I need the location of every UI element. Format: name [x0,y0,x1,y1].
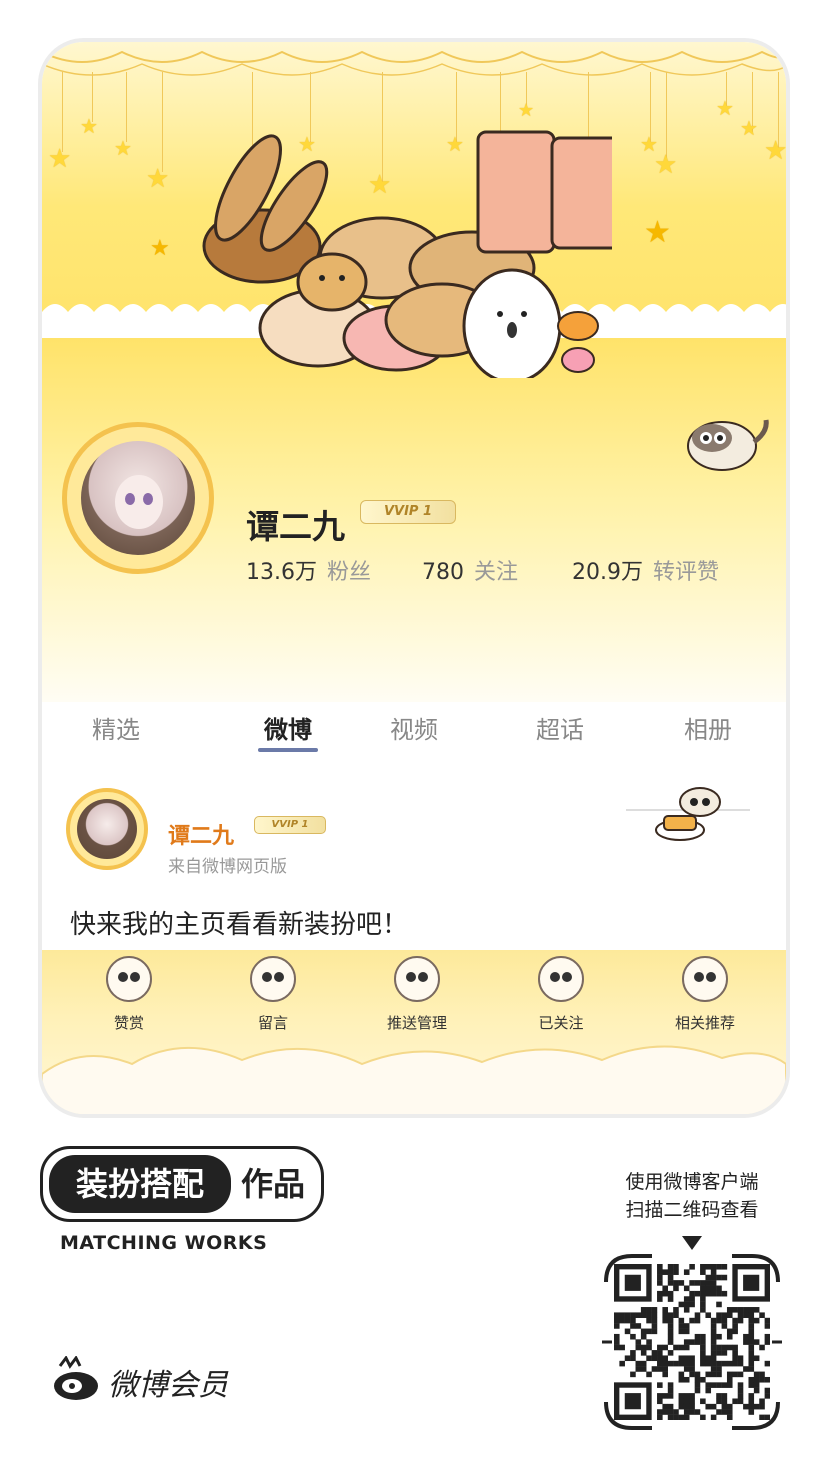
post-author[interactable]: 谭二九 [168,818,234,850]
tab-label: 超话 [536,716,584,744]
tip-button[interactable]: 赞赏 [74,956,184,1033]
action-label: 赞赏 [113,1014,144,1032]
weibo-vip-logo: 微博会员 [52,1355,252,1403]
avatar-eye [125,493,135,505]
avatar [81,441,195,555]
brand-text: 微博会员 [108,1368,228,1403]
weibo-icon [54,1355,98,1400]
tab-featured[interactable]: 精选 [56,702,176,758]
garland-strand [126,72,127,142]
stat-value: 13.6万 [246,560,317,585]
post-avatar[interactable] [66,788,148,870]
comment-button[interactable]: 留言 [218,956,328,1033]
post-text: 快来我的主页看看新装扮吧！ [70,910,409,940]
push-settings-button[interactable]: 推送管理 [362,956,472,1033]
matching-works-subtitle: MATCHING WORKS [60,1232,268,1254]
qr-code[interactable] [614,1264,770,1420]
tab-label: 相册 [684,716,732,744]
star-icon: ★ [150,236,170,261]
cat-icon [250,956,296,1002]
tab-active-indicator [258,748,318,752]
garland-decoration [42,50,786,76]
star-icon: ★ [114,136,132,160]
garland-strand [162,72,163,172]
action-label: 留言 [257,1014,288,1032]
stat-value: 780 [422,560,464,585]
vvip-badge[interactable]: VVIP 1 [360,500,456,524]
star-icon: ★ [740,116,758,140]
tab-weibo[interactable]: 微博 [228,702,348,758]
badge-left-text: 装扮搭配 [49,1155,231,1213]
cat-icon [538,956,584,1002]
qr-caption: 使用微博客户端 扫描二维码查看 [598,1168,786,1224]
tab-label: 精选 [92,716,140,744]
avatar-face [115,475,163,529]
action-label: 推送管理 [386,1014,447,1032]
stat-value: 20.9万 [572,560,643,585]
garland-strand [666,72,667,162]
stat-label: 关注 [474,560,519,585]
star-icon: ★ [644,215,671,250]
cat-sticker [687,419,769,471]
badge-right-text: 作品 [241,1165,306,1203]
star-icon: ★ [764,136,788,166]
profile-banner: ★ ★ ★ ★ ★ ★ ★ ★ ★ ★ ★ ★ ★ ★ ★ ★ ★ ★ [42,42,786,702]
cat-icon [682,956,728,1002]
arrow-down-icon [682,1236,702,1250]
avatar [77,799,137,859]
star-icon: ★ [518,100,535,121]
profile-tabs: 精选 微博 视频 超话 相册 [42,702,786,778]
badge-outline: 装扮搭配 作品 [40,1146,324,1222]
following-button[interactable]: 已关注 [506,956,616,1033]
garland-strand [62,72,63,152]
star-icon: ★ [48,144,72,174]
avatar-eye [143,493,153,505]
post-source: 来自微博网页版 [168,857,287,877]
tab-label: 视频 [390,716,438,744]
tab-label: 微博 [264,716,312,744]
profile-card: ★ ★ ★ ★ ★ ★ ★ ★ ★ ★ ★ ★ ★ ★ ★ ★ ★ ★ [38,38,790,1118]
tab-album[interactable]: 相册 [648,702,768,758]
action-label: 相关推荐 [674,1014,735,1032]
qr-caption-line: 扫描二维码查看 [625,1199,759,1221]
star-icon: ★ [146,164,170,194]
star-icon: ★ [80,114,98,138]
cat-icon [394,956,440,1002]
avatar-frame[interactable] [62,422,214,574]
post-action-bar: 赞赏 留言 推送管理 已关注 相关推荐 [42,950,786,1114]
bakery-illustration [202,130,612,378]
tab-super-topic[interactable]: 超话 [500,702,620,758]
stat-label: 粉丝 [327,560,372,585]
star-icon: ★ [716,96,734,120]
star-icon: ★ [654,150,678,180]
cat-icon [106,956,152,1002]
stat-following[interactable]: 780 关注 [422,554,518,586]
action-label: 已关注 [538,1014,584,1032]
stat-interactions[interactable]: 20.9万 转评赞 [572,554,719,586]
related-recommend-button[interactable]: 相关推荐 [650,956,760,1033]
stat-followers[interactable]: 13.6万 粉丝 [246,554,371,586]
post-vvip-badge: VVIP 1 [254,816,326,834]
tab-video[interactable]: 视频 [354,702,474,758]
stat-label: 转评赞 [653,560,720,585]
profile-name: 谭二九 [246,507,345,546]
cloud-decoration [42,1045,786,1114]
toast-cat-sticker [626,787,750,841]
qr-caption-line: 使用微博客户端 [625,1171,759,1193]
